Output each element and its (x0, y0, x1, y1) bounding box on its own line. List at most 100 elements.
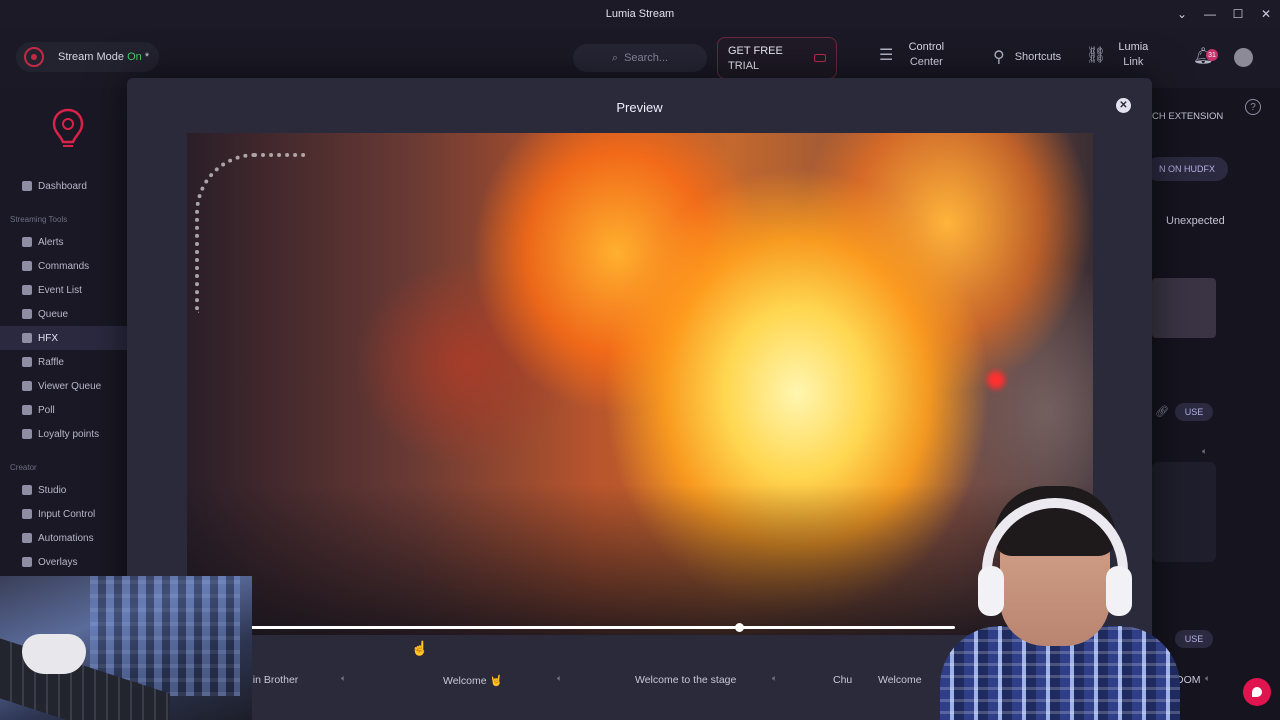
search-icon: ⌕ (611, 51, 619, 64)
sidebar-item-label: Viewer Queue (38, 380, 102, 392)
webcam-face (930, 476, 1180, 720)
lumia-bulb-logo (52, 108, 84, 147)
control-center-button[interactable]: ☰ Control Center (879, 40, 949, 70)
commands-icon (22, 261, 32, 271)
help-icon[interactable]: ? (1245, 99, 1261, 115)
menu-chevron-icon[interactable]: ⌄ (1168, 0, 1196, 28)
video-progress-bar[interactable] (247, 626, 955, 629)
close-window-icon[interactable]: ✕ (1252, 0, 1280, 28)
hfx-icon (22, 333, 32, 343)
unexpected-label: Unexpected (1166, 215, 1225, 227)
alerts-icon (22, 237, 32, 247)
link-icon: ⛓ (1086, 46, 1107, 64)
speaker-icon[interactable]: 🔈︎ (557, 673, 562, 684)
search-input[interactable]: ⌕ Search... (573, 44, 707, 72)
speaker-icon[interactable]: 🔈︎ (772, 673, 777, 684)
sound-item-2[interactable]: Welcome 🤘 (443, 670, 503, 690)
shortcuts-button[interactable]: ⚲ Shortcuts (993, 49, 1062, 66)
sidebar-item-input-control[interactable]: Input Control (0, 502, 128, 526)
speaker-icon[interactable]: 🔈︎ (1205, 673, 1210, 684)
raffle-icon (22, 357, 32, 367)
extension-button[interactable]: CH EXTENSION (1152, 111, 1223, 122)
webcam-headset-cup-right (1106, 566, 1132, 616)
notification-badge: 31 (1206, 49, 1218, 61)
trial-label: GET FREE TRIAL (728, 45, 783, 72)
event-list-icon (22, 285, 32, 295)
sidebar-item-overlays[interactable]: Overlays (0, 550, 128, 574)
link-icon-bg[interactable]: 🔗︎ (1155, 405, 1169, 418)
search-placeholder: Search... (624, 52, 669, 64)
webcam-hands (0, 576, 252, 720)
poll-icon (22, 405, 32, 415)
control-center-label: Control Center (908, 41, 945, 68)
chat-fab-button[interactable] (1243, 678, 1271, 706)
sound-item-1[interactable]: e in Brother (244, 670, 298, 690)
avatar[interactable] (1234, 48, 1253, 67)
lumia-link-button[interactable]: ⛓ Lumia Link (1086, 40, 1150, 70)
sound-item-3[interactable]: Welcome to the stage (635, 670, 736, 690)
sidebar-item-label: Loyalty points (38, 428, 100, 440)
stream-mode-toggle[interactable]: Stream Mode On * (16, 42, 160, 72)
modal-title: Preview (616, 100, 663, 115)
lumia-link-label: Lumia Link (1118, 41, 1149, 68)
sliders-icon: ☰ (879, 46, 894, 64)
webcam-headset-cup-left (978, 566, 1004, 616)
sound-item-4[interactable]: Chu (833, 670, 852, 690)
sidebar-item-commands[interactable]: Commands (0, 254, 128, 278)
sidebar-item-studio[interactable]: Studio (0, 478, 128, 502)
sidebar-item-label: Dashboard (38, 180, 87, 192)
automations-icon (22, 533, 32, 543)
overlays-icon (22, 557, 32, 567)
effect-thumbnail[interactable] (1152, 278, 1216, 338)
sidebar-item-hfx[interactable]: HFX (0, 326, 128, 350)
sidebar-item-poll[interactable]: Poll (0, 398, 128, 422)
sidebar-section-streaming: Streaming Tools (10, 215, 68, 224)
loyalty-points-icon (22, 429, 32, 439)
sidebar-item-alerts[interactable]: Alerts (0, 230, 128, 254)
sidebar-item-label: Commands (38, 260, 90, 272)
stream-mode-state: On (127, 51, 142, 63)
dashboard-icon (22, 181, 32, 191)
get-free-trial-button[interactable]: GET FREE TRIAL (717, 37, 837, 79)
input-control-icon (22, 509, 32, 519)
sidebar-item-queue[interactable]: Queue (0, 302, 128, 326)
speaker-icon[interactable]: 🔈︎ (1202, 446, 1207, 457)
speaker-icon[interactable]: 🔈︎ (341, 673, 346, 684)
queue-icon (22, 309, 32, 319)
trial-card-icon (814, 54, 826, 62)
sidebar-item-label: Automations (38, 532, 94, 544)
sidebar-item-label: Input Control (38, 508, 96, 520)
sidebar-item-label: Studio (38, 484, 67, 496)
app-root: Lumia Stream ⌄ — ☐ ✕ Stream Mode On * ⌕ … (0, 0, 1280, 720)
sidebar-item-raffle[interactable]: Raffle (0, 350, 128, 374)
sidebar-item-automations[interactable]: Automations (0, 526, 128, 550)
stream-mode-suffix: * (144, 51, 150, 63)
video-progress-handle[interactable] (735, 623, 745, 632)
sidebar-item-event-list[interactable]: Event List (0, 278, 128, 302)
viewer-queue-icon (22, 381, 32, 391)
webcam-controller (22, 634, 86, 674)
sidebar-item-label: Event List (38, 284, 82, 296)
sidebar-item-loyalty-points[interactable]: Loyalty points (0, 422, 128, 446)
sidebar-item-viewer-queue[interactable]: Viewer Queue (0, 374, 128, 398)
sidebar-item-label: Queue (38, 308, 69, 320)
studio-icon (22, 485, 32, 495)
window-controls: ⌄ — ☐ ✕ (1168, 0, 1280, 28)
close-icon[interactable]: ✕ (1116, 98, 1131, 113)
maximize-icon[interactable]: ☐ (1224, 0, 1252, 28)
shortcuts-label: Shortcuts (1014, 51, 1062, 63)
use-button[interactable]: USE (1175, 403, 1213, 421)
use-button[interactable]: USE (1175, 630, 1213, 648)
shortcuts-icon: ⚲ (993, 49, 1005, 66)
minimize-icon[interactable]: — (1196, 0, 1224, 28)
title-bar: Lumia Stream ⌄ — ☐ ✕ (0, 0, 1280, 28)
sound-item-5[interactable]: Welcome (878, 670, 922, 690)
sidebar-item-label: Poll (38, 404, 55, 416)
sidebar-item-label: Overlays (38, 556, 78, 568)
sidebar-item-label: Alerts (38, 236, 64, 248)
stream-mode-text: Stream Mode On * (58, 51, 149, 63)
hudfx-button[interactable]: N ON HUDFX (1146, 157, 1228, 181)
window-title: Lumia Stream (605, 8, 675, 20)
sidebar-item-dashboard[interactable]: Dashboard (0, 174, 128, 198)
stream-mode-icon (24, 47, 44, 67)
